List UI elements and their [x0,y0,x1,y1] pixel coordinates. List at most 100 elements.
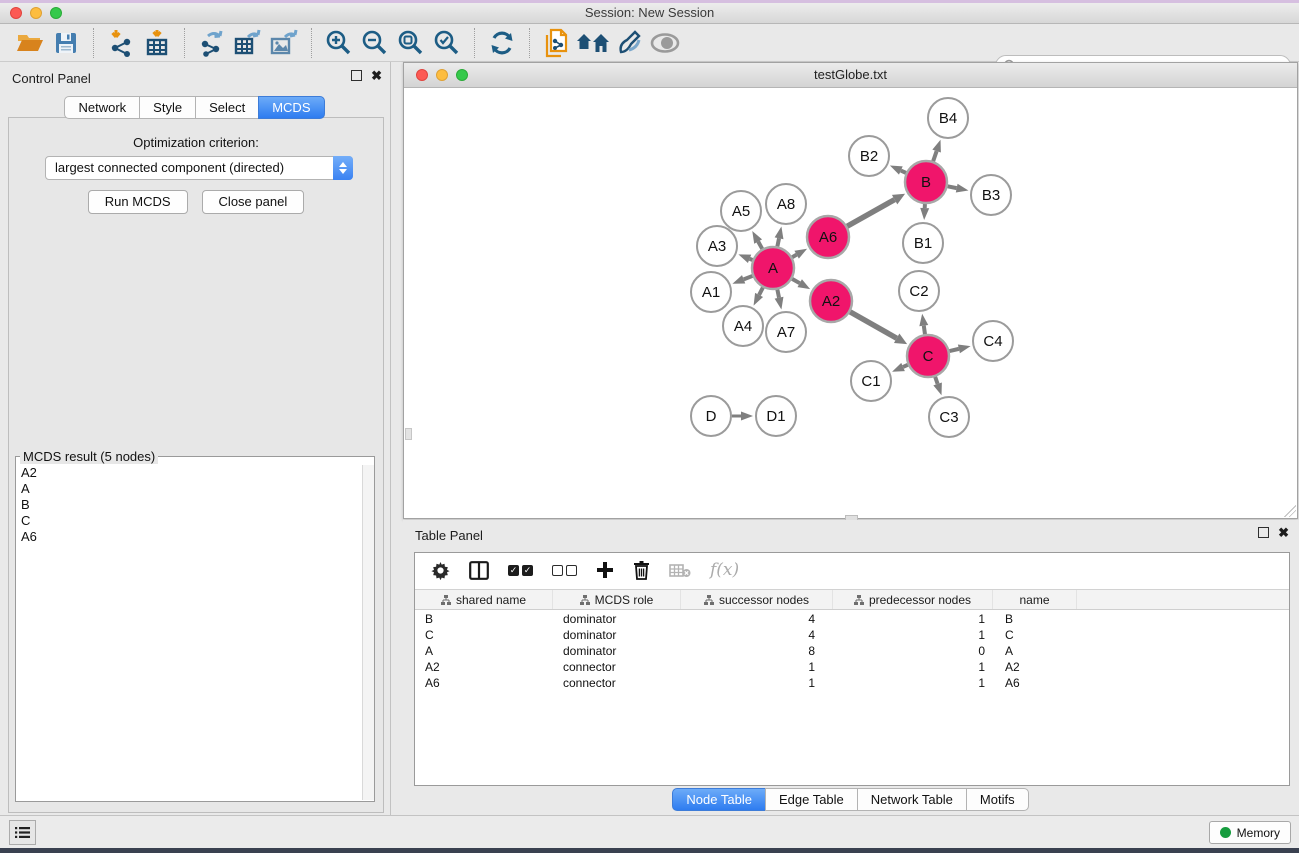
canvas-handle[interactable] [405,428,412,440]
open-session-button[interactable] [12,27,48,59]
close-panel-icon[interactable]: ✖ [371,70,382,81]
zoom-in-button[interactable] [321,27,357,59]
table-cell[interactable]: 8 [681,643,833,659]
table-cell[interactable]: 1 [681,675,833,691]
table-body[interactable]: Bdominator41BCdominator41CAdominator80AA… [415,611,1289,785]
graph-edge[interactable] [758,242,762,249]
column-header[interactable]: MCDS role [553,590,681,609]
resize-corner-icon[interactable] [1284,505,1296,517]
tab-style[interactable]: Style [139,96,196,119]
run-mcds-button[interactable]: Run MCDS [88,190,188,214]
select-stepper-icon[interactable] [333,156,353,180]
table-cell[interactable]: C [993,627,1077,643]
tab-network[interactable]: Network [64,96,140,119]
task-history-button[interactable] [9,820,36,845]
graph-edge[interactable] [744,276,753,279]
table-header-row[interactable]: shared nameMCDS rolesuccessor nodesprede… [415,589,1289,610]
graph-edge[interactable] [850,312,897,338]
table-cell[interactable]: A [415,643,553,659]
table-row[interactable]: Bdominator41B [415,611,1289,627]
export-image-button[interactable] [266,27,302,59]
graph-edge[interactable] [792,279,800,283]
show-hide-button[interactable] [647,27,683,59]
import-table-button[interactable] [139,27,175,59]
tab-node-table[interactable]: Node Table [672,788,766,811]
minimize-window-icon[interactable] [30,7,42,19]
close-window-icon[interactable] [416,69,428,81]
float-panel-icon[interactable] [351,70,362,81]
close-window-icon[interactable] [10,7,22,19]
table-cell[interactable]: 1 [833,675,993,691]
table-cell[interactable]: 1 [833,627,993,643]
tab-select[interactable]: Select [195,96,259,119]
add-column-icon[interactable] [596,561,614,579]
column-header[interactable]: shared name [415,590,553,609]
result-item[interactable]: A [17,481,361,497]
tab-mcds[interactable]: MCDS [258,96,324,119]
result-item[interactable]: A2 [17,465,361,481]
column-header[interactable]: successor nodes [681,590,833,609]
window-controls[interactable] [10,7,62,19]
table-cell[interactable]: C [415,627,553,643]
table-row[interactable]: Adominator80A [415,643,1289,659]
network-graph[interactable]: B4B2BB3A5A8A6A3B1AC2A1A2A4A7C4CC1DD1C3 [405,88,1298,518]
graph-edge[interactable] [933,151,936,161]
graph-edge[interactable] [901,171,906,173]
column-header[interactable]: predecessor nodes [833,590,993,609]
table-cell[interactable]: 4 [681,627,833,643]
deselect-all-icon[interactable] [552,565,577,576]
table-cell[interactable]: A6 [415,675,553,691]
graph-edge[interactable] [792,255,796,258]
graph-edge[interactable] [759,288,763,295]
float-panel-icon[interactable] [1258,527,1269,538]
graph-edge[interactable] [924,326,925,335]
select-all-icon[interactable]: ✓✓ [508,565,533,576]
table-cell[interactable]: A2 [993,659,1077,675]
result-item[interactable]: B [17,497,361,513]
zoom-out-button[interactable] [357,27,393,59]
tab-edge-table[interactable]: Edge Table [765,788,858,811]
delete-column-icon[interactable] [633,560,650,580]
home-networks-button[interactable] [575,27,611,59]
gear-icon[interactable] [431,561,450,580]
zoom-selected-button[interactable] [429,27,465,59]
table-cell[interactable]: 0 [833,643,993,659]
split-panel-icon[interactable] [469,561,489,580]
close-panel-icon[interactable]: ✖ [1278,527,1289,538]
table-cell[interactable]: connector [553,659,681,675]
table-cell[interactable]: dominator [553,627,681,643]
zoom-fit-button[interactable] [393,27,429,59]
mcds-result-list[interactable]: A2ABCA6 [17,465,361,800]
table-cell[interactable]: dominator [553,643,681,659]
graph-edge[interactable] [935,377,937,384]
tab-motifs[interactable]: Motifs [966,788,1029,811]
close-panel-button[interactable]: Close panel [202,190,305,214]
graph-edge[interactable] [903,365,908,367]
table-cell[interactable]: 4 [681,611,833,627]
table-cell[interactable]: B [993,611,1077,627]
import-network-button[interactable] [103,27,139,59]
network-window-controls[interactable] [416,69,468,81]
table-row[interactable]: A2connector11A2 [415,659,1289,675]
network-window-titlebar[interactable]: testGlobe.txt [404,63,1297,88]
table-cell[interactable]: 1 [833,659,993,675]
table-cell[interactable]: dominator [553,611,681,627]
graph-edge[interactable] [948,186,957,188]
tab-network-table[interactable]: Network Table [857,788,967,811]
save-session-button[interactable] [48,27,84,59]
clone-network-button[interactable] [539,27,575,59]
table-cell[interactable]: A2 [415,659,553,675]
apply-style-button[interactable] [611,27,647,59]
column-header[interactable]: name [993,590,1077,609]
minimize-window-icon[interactable] [436,69,448,81]
graph-edge[interactable] [847,200,894,227]
table-row[interactable]: Cdominator41C [415,627,1289,643]
table-row[interactable]: A6connector11A6 [415,675,1289,691]
criterion-select[interactable]: largest connected component (directed) [45,156,353,180]
network-canvas[interactable]: B4B2BB3A5A8A6A3B1AC2A1A2A4A7C4CC1DD1C3 [405,88,1296,517]
refresh-button[interactable] [484,27,520,59]
export-network-button[interactable] [194,27,230,59]
export-table-button[interactable] [230,27,266,59]
graph-edge[interactable] [949,349,958,351]
zoom-window-icon[interactable] [456,69,468,81]
